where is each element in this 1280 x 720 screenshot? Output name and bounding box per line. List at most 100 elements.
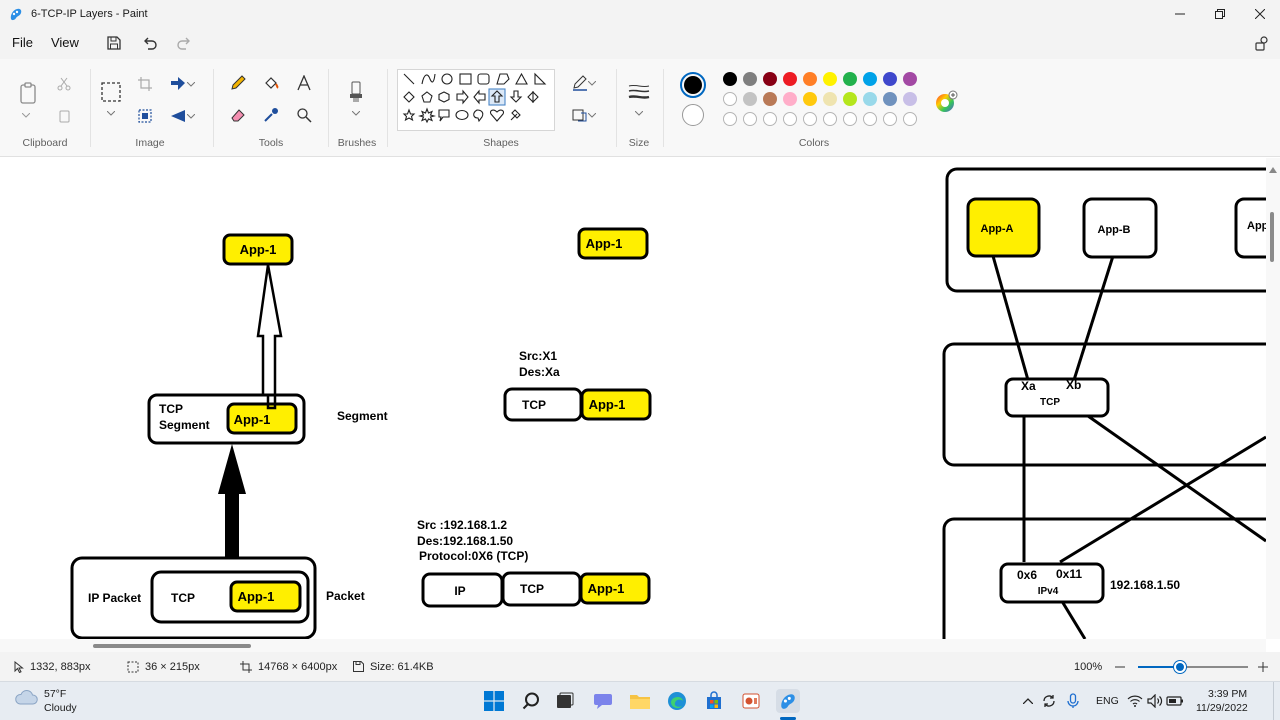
brushes-dropdown[interactable]	[348, 107, 364, 119]
color-swatch[interactable]	[783, 72, 797, 86]
canvas-drawing[interactable]: .hl{fill:#ffef00;stroke:#000;stroke-widt…	[0, 158, 1266, 639]
tools-label: Tools	[258, 137, 284, 149]
share-button[interactable]	[1250, 31, 1274, 55]
powerpoint-button[interactable]	[739, 689, 763, 713]
custom-color-slot[interactable]	[863, 112, 877, 126]
color-swatch[interactable]	[803, 72, 817, 86]
clock-date[interactable]: 11/29/2022	[1196, 702, 1248, 714]
menu-view[interactable]: View	[42, 31, 88, 55]
crop-button[interactable]	[133, 72, 157, 96]
color-swatch[interactable]	[823, 72, 837, 86]
clock-time[interactable]: 3:39 PM	[1208, 688, 1247, 700]
color-swatch[interactable]	[843, 92, 857, 106]
select-dropdown[interactable]	[103, 107, 119, 119]
color-swatch[interactable]	[883, 72, 897, 86]
maximize-button[interactable]	[1200, 0, 1240, 27]
task-view-button[interactable]	[553, 689, 577, 713]
fill-shape-dropdown[interactable]	[586, 103, 598, 127]
show-desktop-button[interactable]	[1273, 682, 1274, 720]
color-swatch[interactable]	[823, 92, 837, 106]
volume-tray-icon[interactable]	[1146, 689, 1164, 713]
custom-color-slot[interactable]	[903, 112, 917, 126]
redo-button[interactable]	[172, 31, 196, 55]
text-tool[interactable]	[292, 71, 316, 95]
custom-color-slot[interactable]	[803, 112, 817, 126]
color-swatch[interactable]	[763, 72, 777, 86]
shapes-gallery-icons[interactable]	[401, 71, 553, 129]
start-button[interactable]	[482, 689, 506, 713]
zoom-level[interactable]: 100%	[1074, 652, 1102, 681]
color-swatch[interactable]	[743, 72, 757, 86]
weather-temp: 57°F	[44, 688, 67, 700]
brushes-button[interactable]	[345, 79, 367, 105]
color-swatch[interactable]	[803, 92, 817, 106]
custom-color-slot[interactable]	[843, 112, 857, 126]
microphone-tray-icon[interactable]	[1064, 689, 1082, 713]
size-button[interactable]	[627, 81, 651, 103]
scroll-up-arrow[interactable]	[1269, 160, 1277, 173]
sync-tray-icon[interactable]	[1040, 689, 1058, 713]
image-select-button[interactable]	[133, 104, 157, 128]
secondary-color-button[interactable]	[682, 104, 704, 126]
menu-file[interactable]: File	[3, 31, 42, 55]
tray-overflow-button[interactable]	[1020, 689, 1036, 713]
custom-color-slot[interactable]	[763, 112, 777, 126]
teams-chat-button[interactable]	[591, 689, 615, 713]
rotate-dropdown[interactable]	[186, 104, 196, 128]
horizontal-scroll-thumb[interactable]	[93, 644, 251, 648]
magnifier-tool[interactable]	[292, 103, 316, 127]
cut-button[interactable]	[52, 72, 76, 96]
zoom-slider-knob[interactable]	[1173, 661, 1186, 673]
vertical-scrollbar[interactable]	[1266, 158, 1280, 639]
language-indicator[interactable]: ENG	[1096, 695, 1119, 707]
outline-up-arrow	[256, 264, 283, 410]
custom-color-slot[interactable]	[723, 112, 737, 126]
color-picker-tool[interactable]	[259, 103, 283, 127]
select-button[interactable]	[99, 79, 123, 105]
custom-color-slot[interactable]	[883, 112, 897, 126]
close-button[interactable]	[1240, 0, 1280, 27]
save-button[interactable]	[102, 31, 126, 55]
battery-tray-icon[interactable]	[1166, 689, 1184, 713]
resize-dropdown[interactable]	[186, 72, 196, 96]
color-swatch[interactable]	[743, 92, 757, 106]
store-button[interactable]	[702, 689, 726, 713]
zoom-slider[interactable]	[1138, 661, 1248, 673]
vertical-scroll-thumb[interactable]	[1270, 212, 1274, 262]
edge-browser-button[interactable]	[665, 689, 689, 713]
copy-button[interactable]	[52, 104, 76, 128]
custom-color-slot[interactable]	[823, 112, 837, 126]
color-swatch[interactable]	[903, 72, 917, 86]
search-taskbar-button[interactable]	[519, 689, 543, 713]
eraser-tool[interactable]	[226, 103, 250, 127]
wifi-tray-icon[interactable]	[1126, 689, 1144, 713]
primary-color-button[interactable]	[680, 72, 706, 98]
minimize-button[interactable]	[1160, 0, 1200, 27]
outline-dropdown[interactable]	[586, 71, 598, 95]
horizontal-scrollbar[interactable]	[0, 639, 1266, 652]
color-swatch[interactable]	[763, 92, 777, 106]
paste-button[interactable]	[15, 79, 41, 107]
custom-color-slot[interactable]	[743, 112, 757, 126]
color-swatch[interactable]	[723, 72, 737, 86]
edit-colors-button[interactable]	[934, 90, 958, 114]
undo-button[interactable]	[138, 31, 162, 55]
color-swatch[interactable]	[783, 92, 797, 106]
pencil-tool[interactable]	[226, 71, 250, 95]
color-swatch[interactable]	[843, 72, 857, 86]
custom-color-slot[interactable]	[783, 112, 797, 126]
size-dropdown[interactable]	[631, 107, 647, 119]
weather-widget[interactable]	[14, 688, 38, 712]
color-swatch[interactable]	[863, 92, 877, 106]
color-swatch[interactable]	[723, 92, 737, 106]
zoom-in-button[interactable]	[1258, 652, 1268, 681]
fill-tool[interactable]	[259, 71, 283, 95]
paste-dropdown[interactable]	[18, 109, 34, 121]
file-explorer-button[interactable]	[628, 689, 652, 713]
zoom-out-button[interactable]	[1115, 652, 1125, 681]
color-swatch[interactable]	[883, 92, 897, 106]
drawing-canvas[interactable]: .hl{fill:#ffef00;stroke:#000;stroke-widt…	[0, 158, 1266, 639]
color-swatch[interactable]	[863, 72, 877, 86]
color-swatch[interactable]	[903, 92, 917, 106]
paint-taskbar-button[interactable]	[776, 689, 800, 713]
